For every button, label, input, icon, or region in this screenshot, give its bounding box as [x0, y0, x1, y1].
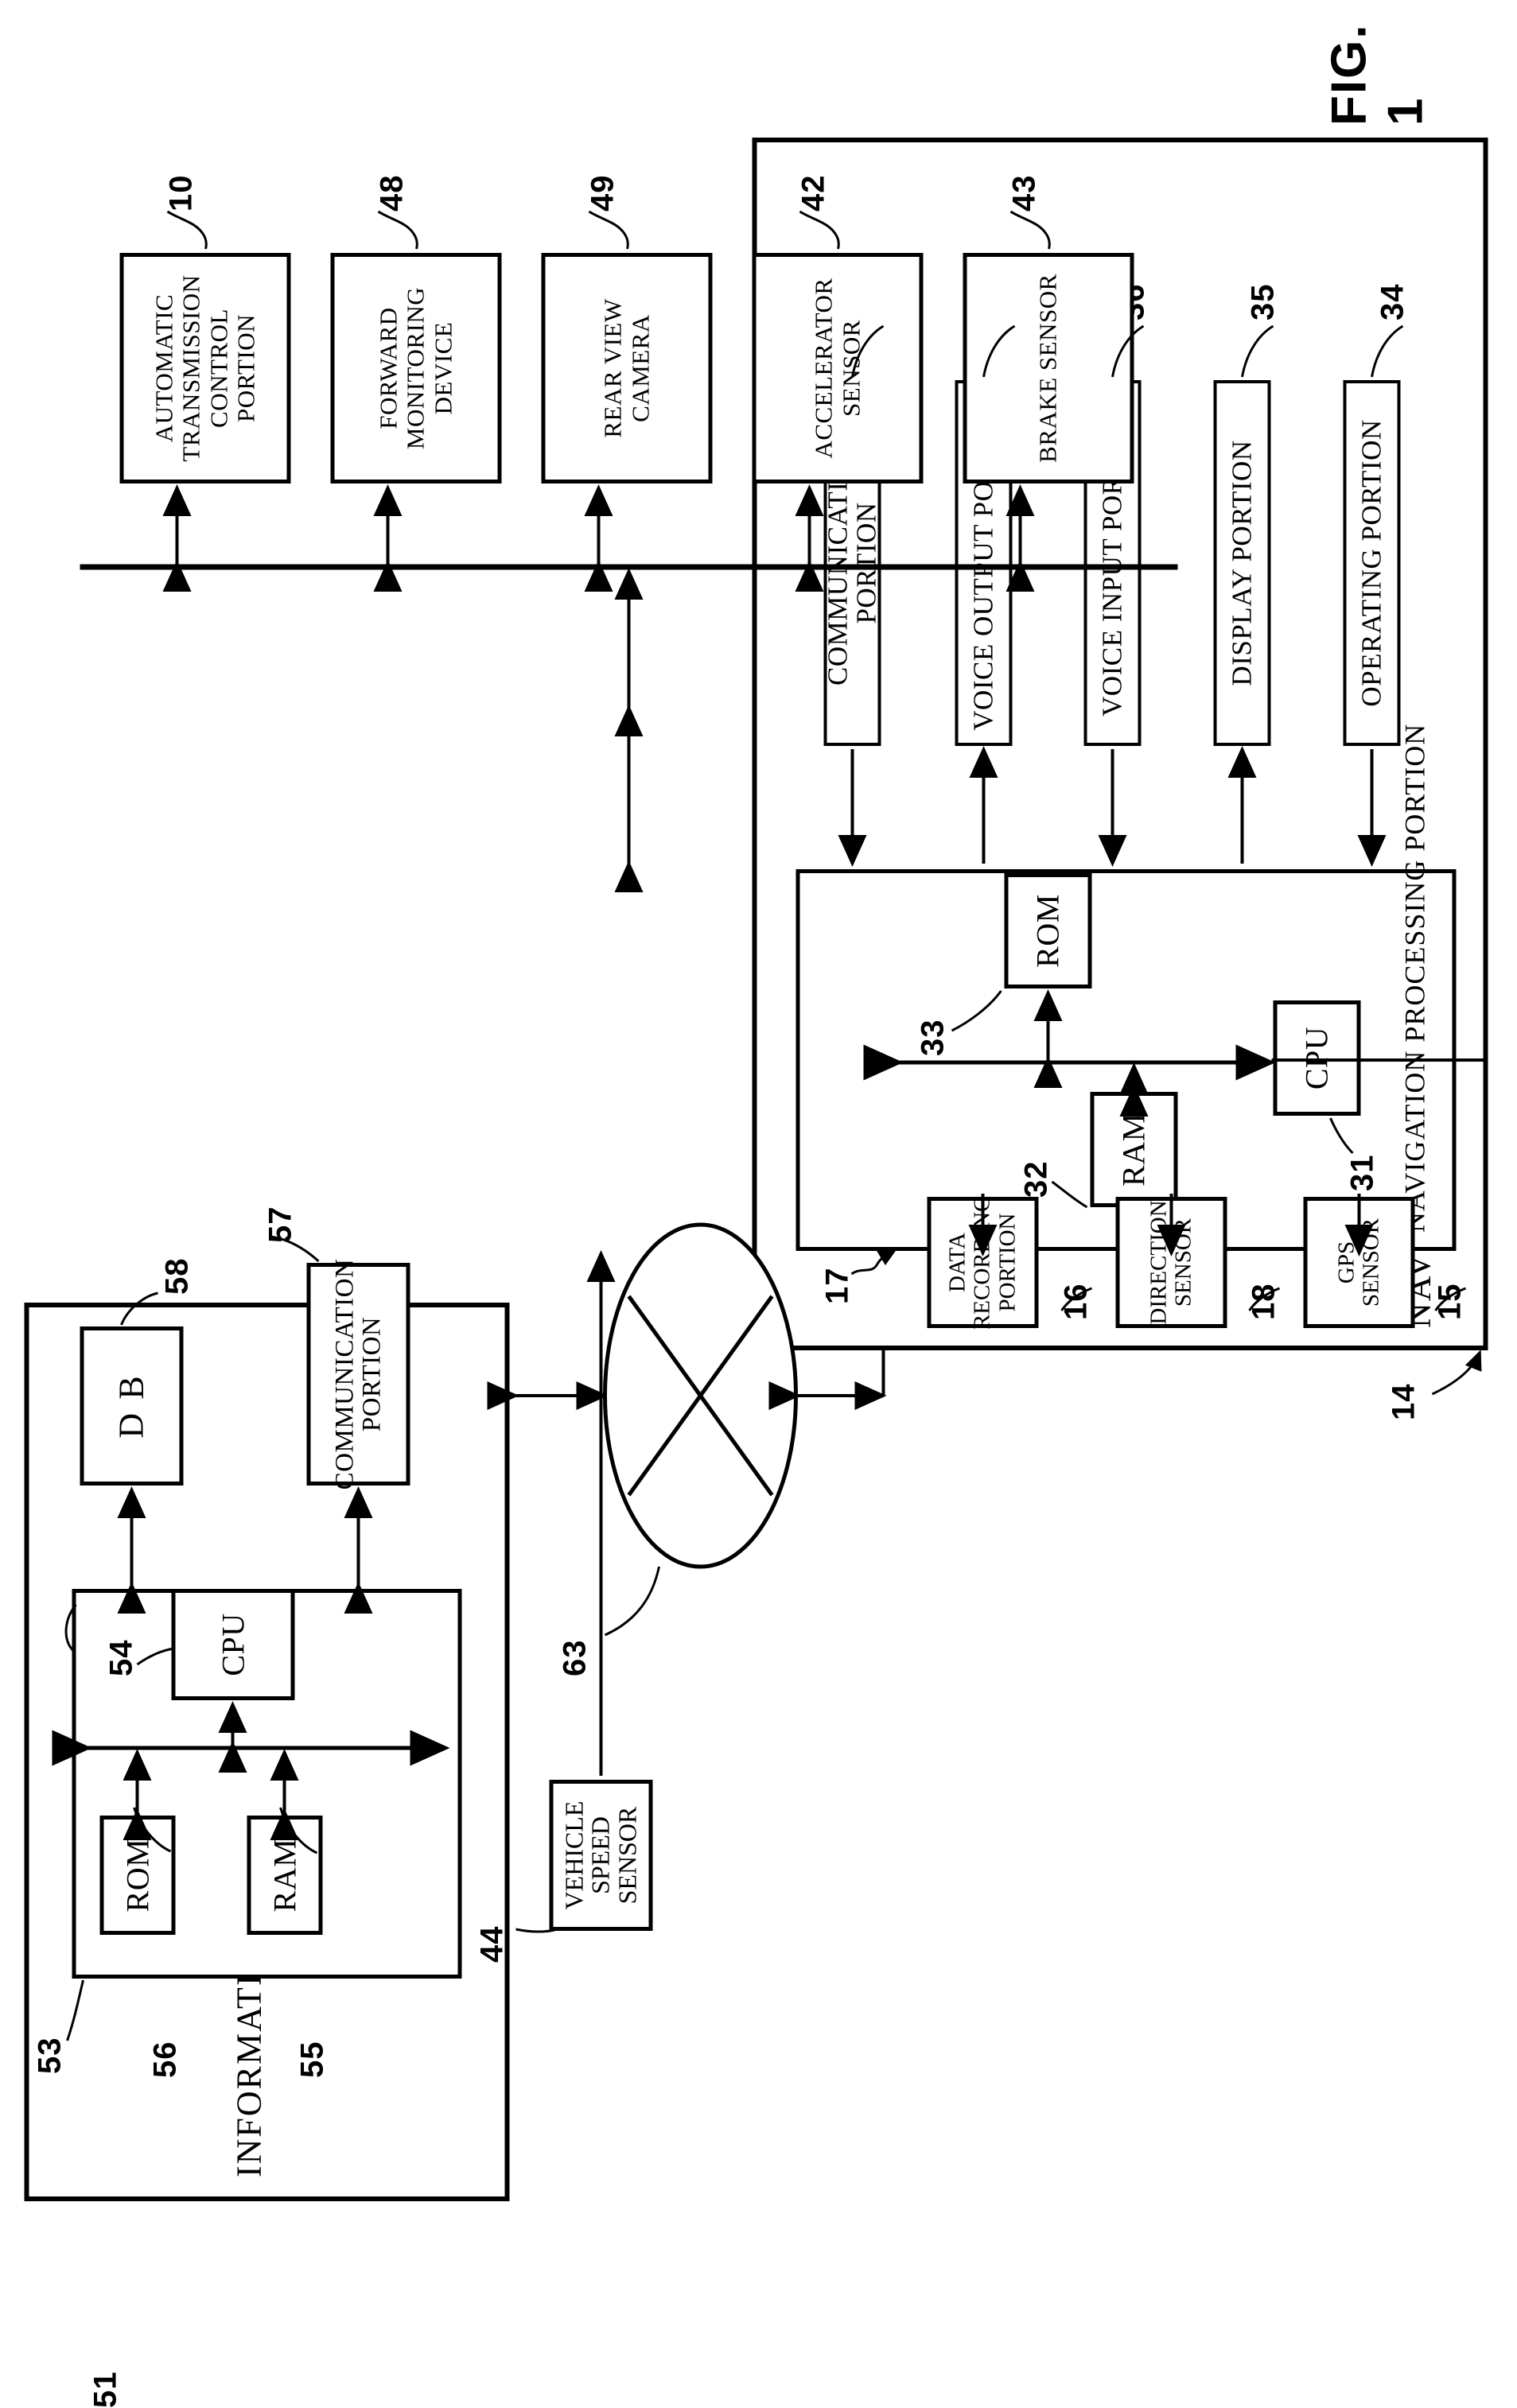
gps-sensor-ref: 15 — [1432, 1284, 1468, 1321]
information-center-cpu-box: CPU — [171, 1589, 294, 1700]
bus-device-ref-4: 43 — [1006, 175, 1042, 212]
nav-left-box-data-recording-portion: DATA RECORDING PORTION — [927, 1197, 1038, 1328]
information-center-ram-box: RAM — [247, 1816, 322, 1935]
bus-device-automatic-transmission-control-portion: AUTOMATIC TRANSMISSION CONTROL PORTION — [119, 253, 290, 484]
network-label: NETWORK — [636, 1341, 674, 1505]
figure-label: FIG. 1 — [1321, 0, 1433, 126]
bus-device-brake-sensor: BRAKE SENSOR — [963, 253, 1134, 484]
nav-io-box-display-portion: DISPLAY PORTION — [1213, 380, 1270, 746]
vehicle-speed-sensor-ref: 44 — [474, 1926, 510, 1963]
information-center-ram-ref: 55 — [294, 2041, 330, 2079]
vehicle-speed-sensor-box: VEHICLE SPEED SENSOR — [549, 1780, 652, 1931]
nav-left-box-gps-sensor: GPS SENSOR — [1303, 1197, 1414, 1328]
network-ref: 63 — [557, 1640, 593, 1677]
gps-sensor-label: GPS SENSOR — [1334, 1218, 1384, 1307]
navigation-unit-ref: 14 — [1386, 1384, 1422, 1421]
bus-device-ref-3: 42 — [795, 175, 831, 212]
bus-device-ref-2: 49 — [585, 175, 620, 212]
nav-io-ref-display-portion: 35 — [1245, 284, 1281, 321]
nav-left-box-direction-sensor: DIRECTION SENSOR — [1115, 1197, 1227, 1328]
bus-device-accelerator-sensor: ACCELERATOR SENSOR — [752, 253, 923, 484]
navigation-ram-box: RAM — [1090, 1092, 1177, 1207]
bus-device-label-0: AUTOMATIC TRANSMISSION CONTROL PORTION — [150, 257, 259, 480]
navigation-processing-portion-ref: 17 — [819, 1268, 855, 1305]
direction-sensor-label: DIRECTION SENSOR — [1146, 1200, 1196, 1324]
bus-device-label-4: BRAKE SENSOR — [1034, 274, 1061, 463]
navigation-rom-box: ROM — [1004, 873, 1091, 988]
data-recording-portion-ref: 16 — [1058, 1284, 1094, 1321]
information-center-communication-portion-box: COMMUNICATION PORTION — [306, 1263, 410, 1486]
information-center-server-ref: 53 — [32, 2037, 68, 2075]
navigation-processing-portion-label: NAVIGATION PROCESSING PORTION — [1400, 724, 1430, 1233]
information-center-cpu-ref: 54 — [103, 1640, 139, 1677]
patent-figure-canvas: INFORMATION CENTER 51 53 ROM 56 RAM 55 C… — [0, 0, 1517, 2225]
information-center-db-ref: 58 — [159, 1258, 195, 1295]
bus-device-label-3: ACCELERATOR SENSOR — [810, 278, 864, 458]
bus-device-ref-0: 10 — [163, 175, 199, 212]
data-recording-portion-label: DATA RECORDING PORTION — [945, 1195, 1020, 1330]
navigation-rom-ref: 33 — [915, 1020, 951, 1057]
information-center-ref: 51 — [88, 2371, 123, 2408]
information-center-rom-box: ROM — [99, 1816, 175, 1935]
bus-device-label-2: REAR VIEW CAMERA — [599, 298, 653, 437]
navigation-cpu-box: CPU — [1273, 1000, 1360, 1116]
information-center-communication-portion-ref: 57 — [263, 1206, 298, 1244]
navigation-ram-ref: 32 — [1018, 1161, 1054, 1198]
information-center-db-box: D B — [80, 1326, 183, 1486]
bus-device-rear-view-camera: REAR VIEW CAMERA — [541, 253, 712, 484]
bus-device-ref-1: 48 — [374, 175, 410, 212]
bus-device-label-1: FORWARD MONITORING DEVICE — [375, 287, 456, 449]
nav-io-ref-operating-portion: 34 — [1375, 284, 1410, 321]
direction-sensor-ref: 18 — [1246, 1284, 1282, 1321]
navigation-cpu-ref: 31 — [1344, 1155, 1380, 1192]
information-center-rom-ref: 56 — [147, 2041, 183, 2079]
bus-device-forward-monitoring-device: FORWARD MONITORING DEVICE — [330, 253, 501, 484]
nav-io-box-operating-portion: OPERATING PORTION — [1343, 380, 1400, 746]
vehicle-speed-sensor-label: VEHICLE SPEED SENSOR — [561, 1801, 640, 1910]
